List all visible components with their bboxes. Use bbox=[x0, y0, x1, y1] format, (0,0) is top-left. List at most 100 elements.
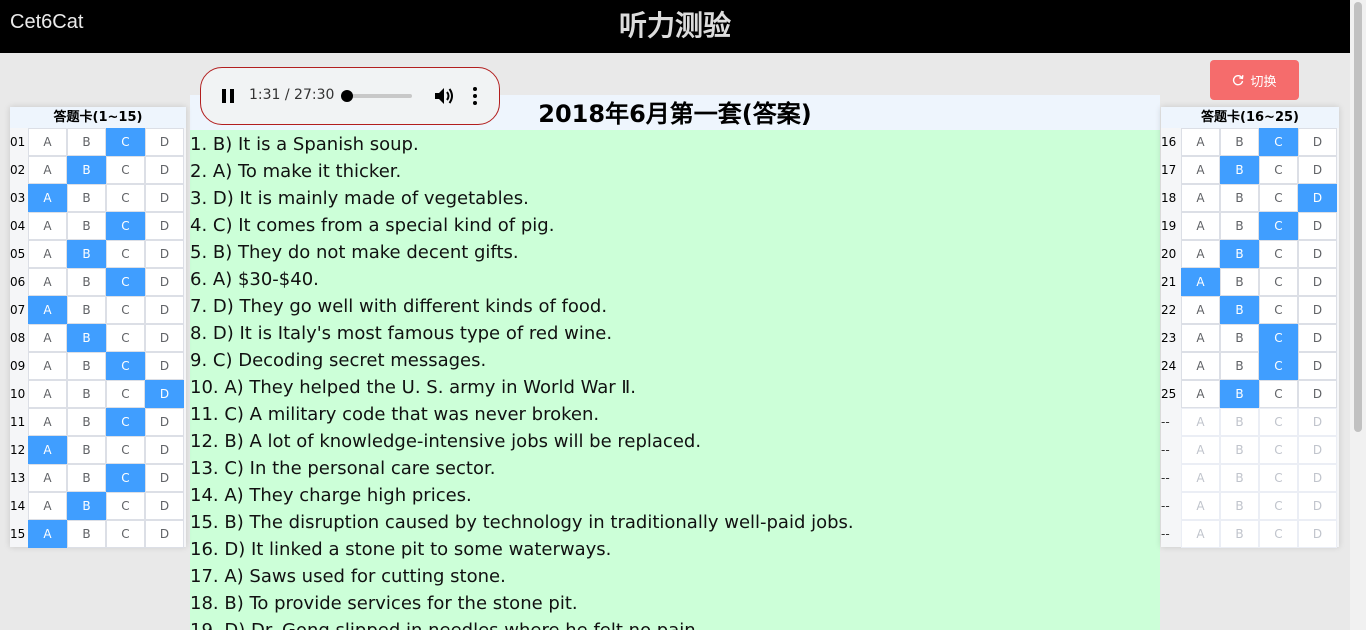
option-d-button[interactable]: D bbox=[1298, 408, 1337, 436]
option-b-button[interactable]: B bbox=[1220, 408, 1259, 436]
option-a-button[interactable]: A bbox=[1181, 212, 1220, 240]
option-d-button[interactable]: D bbox=[145, 464, 184, 492]
option-a-button[interactable]: A bbox=[1181, 296, 1220, 324]
audio-progress-handle[interactable] bbox=[340, 90, 353, 102]
option-b-button[interactable]: B bbox=[67, 128, 106, 156]
option-a-button[interactable]: A bbox=[28, 408, 67, 436]
option-a-button[interactable]: A bbox=[1181, 464, 1220, 492]
option-a-button[interactable]: A bbox=[1181, 380, 1220, 408]
option-b-button[interactable]: B bbox=[1220, 296, 1259, 324]
option-d-button[interactable]: D bbox=[1298, 268, 1337, 296]
option-a-button[interactable]: A bbox=[1181, 268, 1220, 296]
option-b-button[interactable]: B bbox=[67, 324, 106, 352]
option-a-button[interactable]: A bbox=[28, 296, 67, 324]
option-a-button[interactable]: A bbox=[28, 352, 67, 380]
scrollbar-thumb[interactable] bbox=[1354, 2, 1362, 432]
option-d-button[interactable]: D bbox=[1298, 380, 1337, 408]
option-c-button[interactable]: C bbox=[106, 352, 145, 380]
option-c-button[interactable]: C bbox=[106, 240, 145, 268]
option-a-button[interactable]: A bbox=[28, 212, 67, 240]
option-c-button[interactable]: C bbox=[106, 128, 145, 156]
option-d-button[interactable]: D bbox=[145, 520, 184, 548]
option-d-button[interactable]: D bbox=[145, 296, 184, 324]
option-d-button[interactable]: D bbox=[145, 492, 184, 520]
option-d-button[interactable]: D bbox=[1298, 324, 1337, 352]
option-c-button[interactable]: C bbox=[106, 520, 145, 548]
option-b-button[interactable]: B bbox=[1220, 212, 1259, 240]
option-a-button[interactable]: A bbox=[28, 128, 67, 156]
option-b-button[interactable]: B bbox=[67, 436, 106, 464]
option-c-button[interactable]: C bbox=[106, 212, 145, 240]
option-d-button[interactable]: D bbox=[1298, 464, 1337, 492]
option-d-button[interactable]: D bbox=[145, 156, 184, 184]
option-b-button[interactable]: B bbox=[1220, 464, 1259, 492]
option-d-button[interactable]: D bbox=[1298, 184, 1337, 212]
option-a-button[interactable]: A bbox=[1181, 324, 1220, 352]
option-c-button[interactable]: C bbox=[106, 324, 145, 352]
more-options-icon[interactable] bbox=[472, 86, 478, 106]
switch-button[interactable]: 切换 bbox=[1210, 60, 1299, 100]
option-c-button[interactable]: C bbox=[106, 492, 145, 520]
option-b-button[interactable]: B bbox=[67, 464, 106, 492]
option-b-button[interactable]: B bbox=[67, 212, 106, 240]
option-c-button[interactable]: C bbox=[1259, 492, 1298, 520]
option-c-button[interactable]: C bbox=[1259, 352, 1298, 380]
option-b-button[interactable]: B bbox=[1220, 380, 1259, 408]
option-c-button[interactable]: C bbox=[106, 380, 145, 408]
option-b-button[interactable]: B bbox=[1220, 352, 1259, 380]
volume-icon[interactable] bbox=[433, 86, 455, 106]
option-b-button[interactable]: B bbox=[67, 352, 106, 380]
option-c-button[interactable]: C bbox=[1259, 268, 1298, 296]
option-a-button[interactable]: A bbox=[1181, 520, 1220, 548]
option-d-button[interactable]: D bbox=[1298, 520, 1337, 548]
option-a-button[interactable]: A bbox=[1181, 184, 1220, 212]
option-a-button[interactable]: A bbox=[28, 184, 67, 212]
option-b-button[interactable]: B bbox=[1220, 520, 1259, 548]
option-a-button[interactable]: A bbox=[1181, 156, 1220, 184]
option-c-button[interactable]: C bbox=[106, 408, 145, 436]
audio-progress-bar[interactable] bbox=[340, 90, 412, 102]
option-d-button[interactable]: D bbox=[1298, 156, 1337, 184]
option-a-button[interactable]: A bbox=[28, 520, 67, 548]
option-d-button[interactable]: D bbox=[1298, 240, 1337, 268]
option-d-button[interactable]: D bbox=[145, 324, 184, 352]
option-d-button[interactable]: D bbox=[145, 436, 184, 464]
option-a-button[interactable]: A bbox=[28, 464, 67, 492]
option-a-button[interactable]: A bbox=[28, 436, 67, 464]
option-d-button[interactable]: D bbox=[145, 212, 184, 240]
option-c-button[interactable]: C bbox=[1259, 212, 1298, 240]
vertical-scrollbar[interactable] bbox=[1350, 0, 1366, 630]
option-c-button[interactable]: C bbox=[1259, 380, 1298, 408]
option-b-button[interactable]: B bbox=[67, 240, 106, 268]
option-c-button[interactable]: C bbox=[1259, 324, 1298, 352]
option-c-button[interactable]: C bbox=[106, 436, 145, 464]
option-d-button[interactable]: D bbox=[145, 268, 184, 296]
option-c-button[interactable]: C bbox=[1259, 128, 1298, 156]
option-a-button[interactable]: A bbox=[28, 324, 67, 352]
option-b-button[interactable]: B bbox=[1220, 268, 1259, 296]
pause-icon[interactable] bbox=[221, 88, 235, 104]
option-a-button[interactable]: A bbox=[28, 268, 67, 296]
option-b-button[interactable]: B bbox=[67, 156, 106, 184]
option-b-button[interactable]: B bbox=[1220, 128, 1259, 156]
option-c-button[interactable]: C bbox=[106, 184, 145, 212]
option-b-button[interactable]: B bbox=[67, 268, 106, 296]
option-b-button[interactable]: B bbox=[67, 408, 106, 436]
option-d-button[interactable]: D bbox=[1298, 352, 1337, 380]
option-d-button[interactable]: D bbox=[145, 408, 184, 436]
option-c-button[interactable]: C bbox=[1259, 184, 1298, 212]
option-c-button[interactable]: C bbox=[1259, 296, 1298, 324]
option-a-button[interactable]: A bbox=[1181, 128, 1220, 156]
option-a-button[interactable]: A bbox=[1181, 352, 1220, 380]
option-c-button[interactable]: C bbox=[106, 296, 145, 324]
option-b-button[interactable]: B bbox=[67, 492, 106, 520]
option-a-button[interactable]: A bbox=[28, 240, 67, 268]
option-a-button[interactable]: A bbox=[1181, 240, 1220, 268]
option-b-button[interactable]: B bbox=[67, 380, 106, 408]
option-c-button[interactable]: C bbox=[106, 464, 145, 492]
option-a-button[interactable]: A bbox=[1181, 408, 1220, 436]
option-c-button[interactable]: C bbox=[1259, 520, 1298, 548]
option-b-button[interactable]: B bbox=[1220, 240, 1259, 268]
option-d-button[interactable]: D bbox=[1298, 296, 1337, 324]
option-d-button[interactable]: D bbox=[145, 128, 184, 156]
